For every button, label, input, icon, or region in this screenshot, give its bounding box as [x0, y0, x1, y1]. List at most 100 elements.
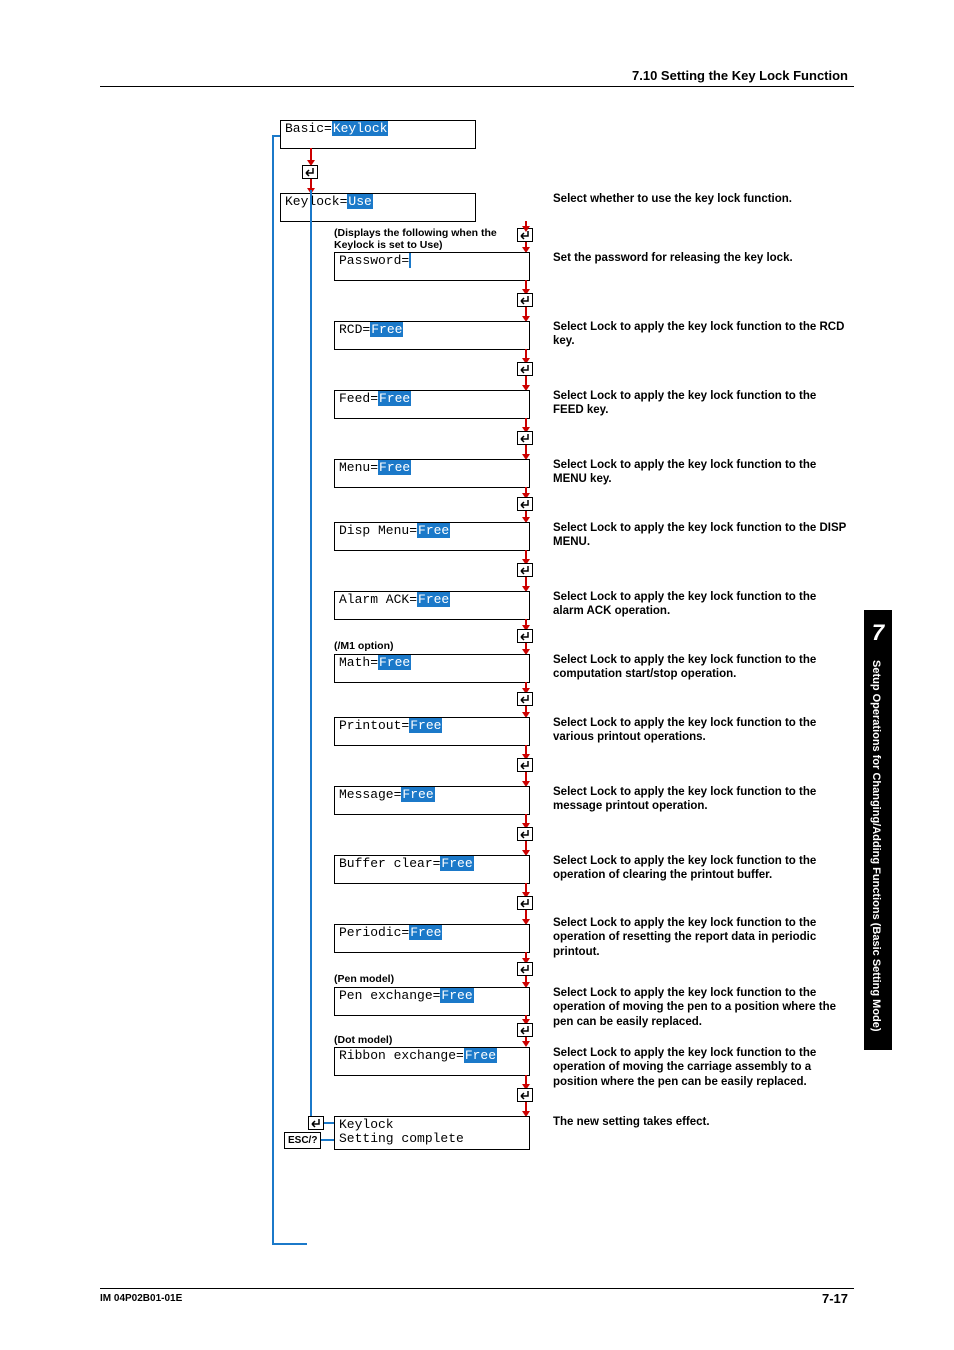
menu-feed-value: Free [378, 391, 411, 406]
enter-icon [308, 1116, 324, 1130]
menu-buffer: Buffer clear=Free [334, 855, 530, 884]
menu-final-l2: Setting complete [339, 1131, 464, 1146]
menu-alarm-value: Free [417, 592, 450, 607]
flow-arrow [525, 577, 527, 586]
menu-printout: Printout=Free [334, 717, 530, 746]
menu-keylock-value: Use [347, 194, 372, 209]
flow-arrow [310, 148, 312, 160]
desc-math: Select Lock to apply the key lock functi… [553, 653, 847, 682]
footer-page: 7-17 [822, 1291, 848, 1306]
menu-menu-value: Free [378, 460, 411, 475]
chapter-number: 7 [864, 620, 892, 646]
flow-arrow [525, 976, 527, 982]
desc-disp: Select Lock to apply the key lock functi… [553, 521, 847, 550]
enter-icon [517, 431, 533, 445]
menu-periodic-label: Periodic= [339, 925, 409, 940]
flow-arrow [525, 910, 527, 919]
flow-arrow [525, 445, 527, 454]
menu-ribbon-value: Free [464, 1048, 497, 1063]
enter-icon [517, 497, 533, 511]
note-dot-model: (Dot model) [334, 1034, 392, 1046]
enter-icon [517, 563, 533, 577]
desc-printout: Select Lock to apply the key lock functi… [553, 716, 847, 745]
menu-buffer-label: Buffer clear= [339, 856, 440, 871]
flow-arrow [525, 376, 527, 385]
enter-icon [517, 1023, 533, 1037]
enter-icon [517, 1088, 533, 1102]
menu-menu-label: Menu= [339, 460, 378, 475]
menu-password-value [409, 253, 411, 268]
enter-icon [302, 165, 318, 179]
desc-ribbon: Select Lock to apply the key lock functi… [553, 1046, 847, 1089]
enter-icon [517, 692, 533, 706]
return-join [324, 1122, 334, 1124]
return-line-v [272, 135, 274, 1245]
menu-alarm-label: Alarm ACK= [339, 592, 417, 607]
menu-feed: Feed=Free [334, 390, 530, 419]
note-pen-model: (Pen model) [334, 973, 394, 985]
flow-arrow [525, 307, 527, 316]
flow-arrow [525, 1102, 527, 1111]
desc-feed: Select Lock to apply the key lock functi… [553, 389, 847, 418]
desc-keylock: Select whether to use the key lock funct… [553, 192, 847, 206]
enter-icon [517, 827, 533, 841]
menu-periodic: Periodic=Free [334, 924, 530, 953]
menu-alarm: Alarm ACK=Free [334, 591, 530, 620]
flow-arrow [525, 745, 527, 754]
flow-arrow [525, 706, 527, 712]
flow-arrow [525, 242, 527, 247]
menu-password-label: Password= [339, 253, 409, 268]
menu-math: Math=Free [334, 654, 530, 683]
note-displays-following: (Displays the following when theKeylock … [334, 227, 524, 251]
desc-rcd: Select Lock to apply the key lock functi… [553, 320, 847, 349]
flow-arrow [525, 349, 527, 358]
desc-periodic: Select Lock to apply the key lock functi… [553, 916, 847, 959]
menu-disp-value: Free [417, 523, 450, 538]
enter-icon [517, 962, 533, 976]
menu-keylock-label: Keylock= [285, 194, 347, 209]
desc-pen: Select Lock to apply the key lock functi… [553, 986, 847, 1029]
desc-alarm: Select Lock to apply the key lock functi… [553, 590, 847, 619]
menu-final: Keylock Setting complete [334, 1116, 530, 1150]
flow-arrow [525, 487, 527, 493]
footer-doc-id: IM 04P02B01-01E [100, 1293, 182, 1304]
note-m1-option: (/M1 option) [334, 640, 393, 652]
enter-icon [517, 758, 533, 772]
menu-ribbon-label: Ribbon exchange= [339, 1048, 464, 1063]
menu-disp: Disp Menu=Free [334, 522, 530, 551]
menu-basic-value: Keylock [332, 121, 389, 136]
menu-printout-value: Free [409, 718, 442, 733]
menu-password: Password= [334, 252, 530, 281]
header-rule [100, 86, 854, 87]
enter-icon [517, 629, 533, 643]
flow-arrow [525, 511, 527, 517]
enter-icon [517, 293, 533, 307]
menu-math-label: Math= [339, 655, 378, 670]
desc-message: Select Lock to apply the key lock functi… [553, 785, 847, 814]
menu-rcd-label: RCD= [339, 322, 370, 337]
desc-final: The new setting takes effect. [553, 1115, 847, 1129]
left-rail [310, 190, 312, 1116]
menu-printout-label: Printout= [339, 718, 409, 733]
flow-arrow [525, 280, 527, 289]
section-header: 7.10 Setting the Key Lock Function [632, 68, 848, 83]
menu-periodic-value: Free [409, 925, 442, 940]
flow-arrow [525, 1015, 527, 1019]
flow-arrow [525, 643, 527, 649]
menu-basic-label: Basic= [285, 121, 332, 136]
flow-arrow [525, 418, 527, 427]
flow-arrow [525, 772, 527, 781]
menu-math-value: Free [378, 655, 411, 670]
esc-join [321, 1139, 334, 1141]
flow-arrow [525, 550, 527, 559]
return-line-bottom [272, 1243, 307, 1245]
footer-rule [100, 1288, 854, 1289]
menu-message-label: Message= [339, 787, 401, 802]
flow-arrow [310, 179, 312, 188]
menu-rcd-value: Free [370, 322, 403, 337]
flow-arrow [525, 1037, 527, 1041]
enter-icon [517, 896, 533, 910]
menu-final-l1: Keylock [339, 1117, 394, 1132]
flow-arrow [525, 952, 527, 958]
menu-pen-value: Free [440, 988, 473, 1003]
